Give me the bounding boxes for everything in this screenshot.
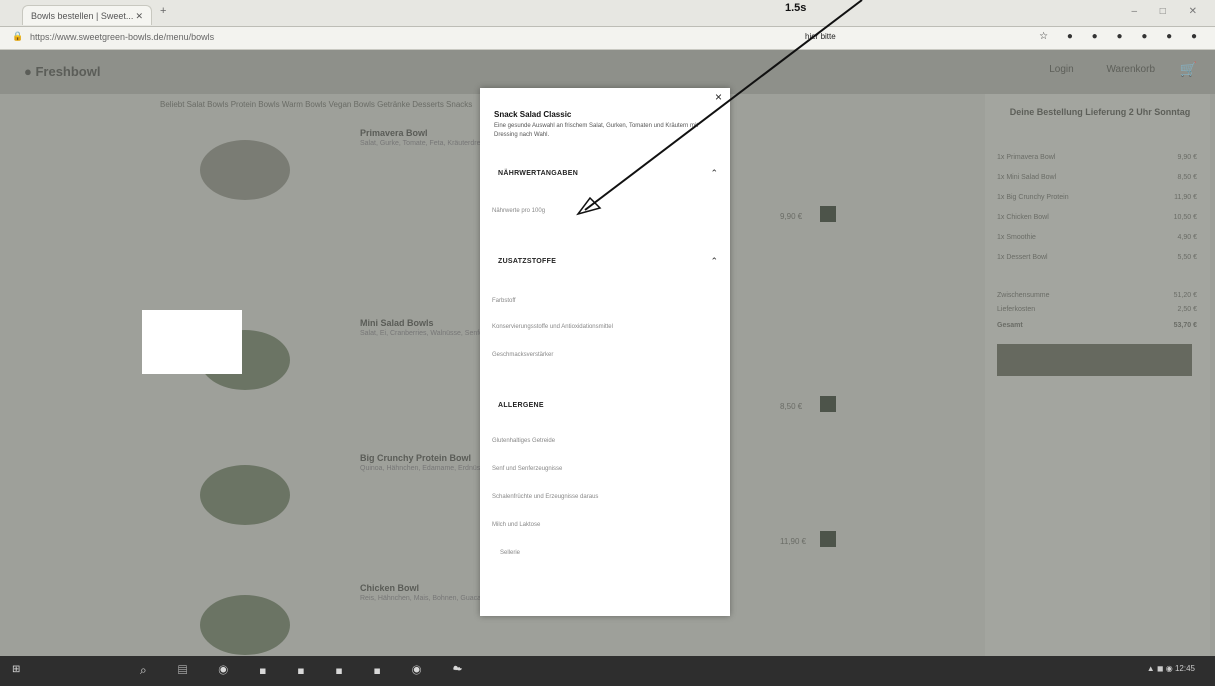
order-item-label: 1x Dessert Bowl [997, 254, 1048, 261]
lock-icon: 🔒 [12, 31, 24, 41]
total-value: 53,70 € [1173, 322, 1197, 329]
additive-row: Geschmacksverstärker [492, 352, 554, 358]
order-item[interactable]: 1x Chicken Bowl 10,50 € [997, 214, 1197, 221]
section-naehrwerte[interactable]: NÄHRWERTANGABEN [498, 170, 578, 177]
checkout-button[interactable] [997, 344, 1192, 376]
close-tab-icon[interactable]: ✕ [135, 6, 143, 26]
subtotal-row: Zwischensumme 51,20 € [997, 292, 1197, 299]
order-item[interactable]: 1x Mini Salad Bowl 8,50 € [997, 174, 1197, 181]
total-row: Gesamt 53,70 € [997, 322, 1197, 329]
modal-description: Eine gesunde Auswahl an frischem Salat, … [494, 123, 699, 138]
cart-icon[interactable]: 🛒 [1180, 61, 1197, 78]
product-name: Mini Salad Bowls [360, 318, 434, 328]
site-logo[interactable]: ● Freshbowl [24, 64, 100, 79]
product-name: Primavera Bowl [360, 128, 428, 138]
add-to-cart-button[interactable] [820, 396, 836, 412]
delivery-label: Lieferkosten [997, 306, 1036, 313]
product-image [200, 465, 290, 525]
nutrition-row: Nährwerte pro 100g [492, 208, 546, 214]
order-item-price: 9,90 € [1177, 154, 1197, 161]
product-image [200, 140, 290, 200]
allergen-row: Sellerie [500, 550, 521, 556]
order-item-label: 1x Primavera Bowl [997, 154, 1056, 161]
order-item-label: 1x Mini Salad Bowl [997, 174, 1057, 181]
product-name: Chicken Bowl [360, 583, 420, 593]
taskbar-app-icons[interactable]: ⌕ ▤ ◉ ◼ ◼ ◼ ◼ ◉ ☁ [140, 663, 476, 678]
add-to-cart-button[interactable] [820, 206, 836, 222]
order-item-price: 5,50 € [1177, 254, 1197, 261]
address-bar[interactable]: 🔒 https://www.sweetgreen-bowls.de/menu/b… [0, 27, 1215, 50]
subtotal-label: Zwischensumme [997, 292, 1050, 299]
tab-title: Bowls bestellen | Sweet... [31, 11, 134, 21]
additive-row: Farbstoff [492, 298, 516, 304]
order-item[interactable]: 1x Big Crunchy Protein 11,90 € [997, 194, 1197, 201]
delivery-value: 2,50 € [1177, 306, 1197, 313]
allergen-row: Senf und Senferzeugnisse [492, 466, 563, 472]
order-item-label: 1x Big Crunchy Protein [997, 194, 1069, 201]
order-item-price: 4,90 € [1177, 234, 1197, 241]
product-name: Big Crunchy Protein Bowl [360, 453, 472, 463]
add-to-cart-button[interactable] [820, 531, 836, 547]
product-info-modal: × Snack Salad Classic Eine gesunde Auswa… [480, 88, 730, 616]
chevron-up-icon[interactable]: ⌃ [710, 256, 718, 267]
order-sidebar: Deine Bestellung Lieferung 2 Uhr Sonntag… [985, 94, 1210, 656]
allergen-row: Milch und Laktose [492, 522, 541, 528]
browser-tab[interactable]: Bowls bestellen | Sweet... ✕ [22, 5, 152, 25]
redaction-patch [158, 310, 242, 340]
order-item-price: 10,50 € [1173, 214, 1197, 221]
order-item-price: 11,90 € [1174, 194, 1197, 201]
product-desc: Reis, Hähnchen, Mais, Bohnen, Guacamole [360, 595, 497, 602]
additive-row: Konservierungsstoffe und Antioxidationsm… [492, 324, 613, 330]
header-links[interactable]: Login Warenkorb [1049, 64, 1155, 75]
product-desc: Salat, Gurke, Tomate, Feta, Kräuterdress… [360, 140, 497, 147]
order-item[interactable]: 1x Dessert Bowl 5,50 € [997, 254, 1197, 261]
allergen-row: Schalenfrüchte und Erzeugnisse daraus [492, 494, 599, 500]
allergen-row: Glutenhaltiges Getreide [492, 438, 556, 444]
order-item[interactable]: 1x Primavera Bowl 9,90 € [997, 154, 1197, 161]
url-text[interactable]: https://www.sweetgreen-bowls.de/menu/bow… [30, 32, 214, 42]
section-zusatzstoffe[interactable]: ZUSATZSTOFFE [498, 258, 556, 265]
product-price: 11,90 € [780, 537, 807, 546]
system-tray[interactable]: ▲ ◼ ◉ 12:45 [1147, 664, 1195, 673]
close-icon[interactable]: × [715, 90, 722, 104]
order-item-label: 1x Smoothie [997, 234, 1036, 241]
section-allergene[interactable]: ALLERGENE [498, 402, 544, 409]
order-title: Deine Bestellung Lieferung 2 Uhr Sonntag [1009, 107, 1191, 117]
window-controls[interactable]: – □ ✕ [1131, 6, 1207, 17]
product-price: 9,90 € [780, 212, 803, 221]
product-image [200, 595, 290, 655]
chevron-up-icon[interactable]: ⌃ [710, 168, 718, 179]
modal-title: Snack Salad Classic [494, 110, 572, 119]
delivery-row: Lieferkosten 2,50 € [997, 306, 1197, 313]
browser-extension-icons[interactable]: ☆ ● ● ● ● ● ● [1039, 31, 1205, 42]
order-item[interactable]: 1x Smoothie 4,90 € [997, 234, 1197, 241]
browser-tab-bar: Bowls bestellen | Sweet... ✕ + – □ ✕ [0, 0, 1215, 27]
total-label: Gesamt [997, 322, 1023, 329]
new-tab-button[interactable]: + [160, 5, 166, 17]
subtotal-value: 51,20 € [1173, 292, 1197, 299]
start-icon[interactable]: ⊞ [12, 664, 20, 675]
order-item-price: 8,50 € [1177, 174, 1197, 181]
order-item-label: 1x Chicken Bowl [997, 214, 1049, 221]
product-price: 8,50 € [780, 402, 803, 411]
os-taskbar: ⊞ ⌕ ▤ ◉ ◼ ◼ ◼ ◼ ◉ ☁ ▲ ◼ ◉ 12:45 [0, 656, 1215, 686]
category-nav[interactable]: Beliebt Salat Bowls Protein Bowls Warm B… [160, 100, 472, 109]
annotation-note-2: hier bitte [805, 32, 836, 41]
annotation-note: 1.5s [785, 2, 807, 14]
